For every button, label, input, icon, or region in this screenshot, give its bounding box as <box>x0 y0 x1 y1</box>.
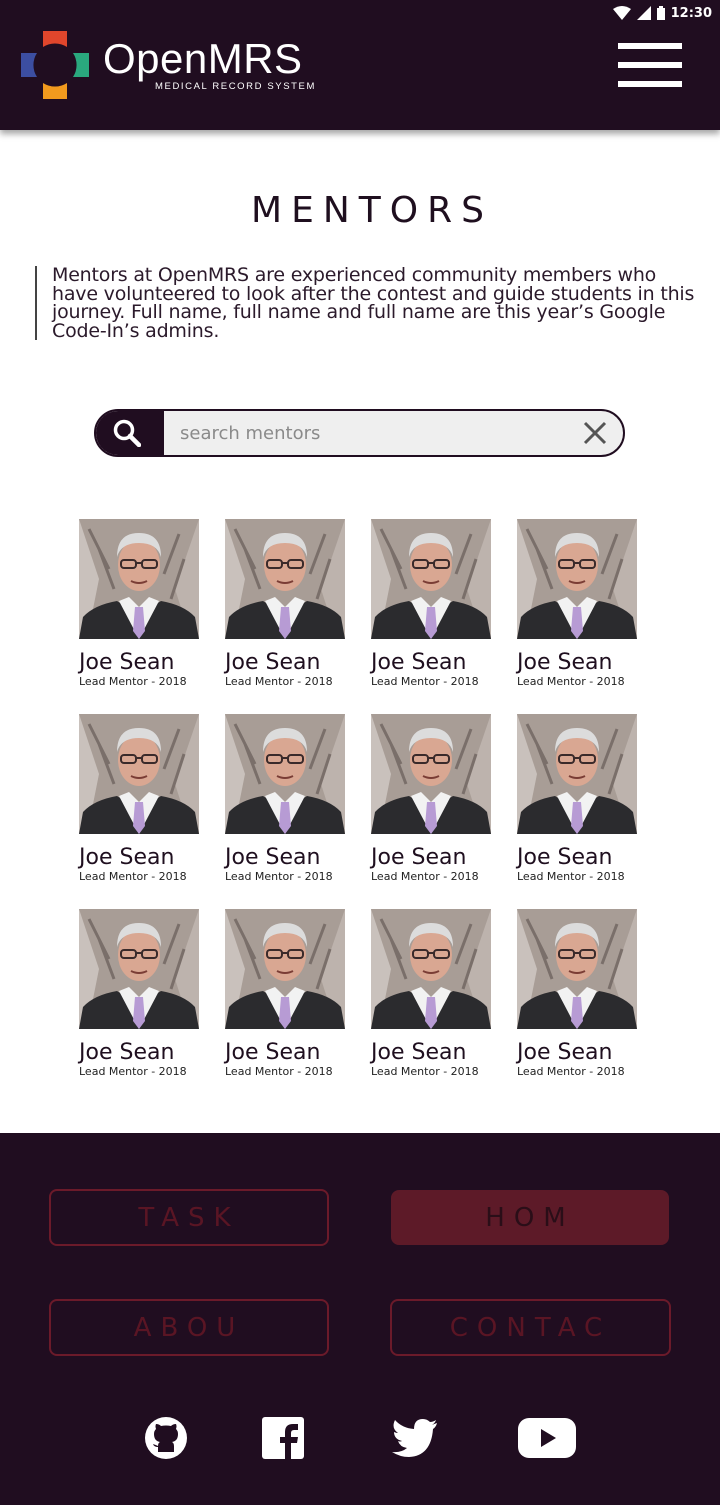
clear-search-button[interactable] <box>567 411 623 455</box>
mentor-card[interactable]: Joe Sean Lead Mentor - 2018 <box>371 909 501 1078</box>
intro-text: Mentors at OpenMRS are experienced commu… <box>52 264 695 342</box>
mentor-name: Joe Sean <box>225 650 321 675</box>
intro-blockquote: Mentors at OpenMRS are experienced commu… <box>35 266 695 340</box>
mentor-photo <box>517 519 637 639</box>
mentor-photo <box>517 714 637 834</box>
mentor-role: Lead Mentor - 2018 <box>79 1065 187 1078</box>
hamburger-icon-line <box>618 62 682 68</box>
mentor-name: Joe Sean <box>371 845 467 870</box>
page-title: MENTORS <box>251 190 493 231</box>
status-bar: 12:30 <box>612 3 712 23</box>
hamburger-icon-line <box>618 81 682 87</box>
mentor-role: Lead Mentor - 2018 <box>79 675 187 688</box>
mentor-card[interactable]: Joe Sean Lead Mentor - 2018 <box>225 519 355 688</box>
app-subtitle: MEDICAL RECORD SYSTEM <box>155 80 316 92</box>
app-name: OpenMRS <box>103 34 303 82</box>
mentor-role: Lead Mentor - 2018 <box>371 870 479 883</box>
search-bar <box>94 409 625 457</box>
mentor-photo <box>371 714 491 834</box>
mentor-photo <box>517 909 637 1029</box>
mentor-card[interactable]: Joe Sean Lead Mentor - 2018 <box>79 519 209 688</box>
mentor-name: Joe Sean <box>225 1040 321 1065</box>
github-link[interactable] <box>143 1416 189 1460</box>
mentor-name: Joe Sean <box>517 650 613 675</box>
battery-icon <box>656 6 665 20</box>
github-icon <box>145 1417 187 1459</box>
hamburger-menu-button[interactable] <box>618 43 682 87</box>
mentor-card[interactable]: Joe Sean Lead Mentor - 2018 <box>517 519 647 688</box>
mentor-role: Lead Mentor - 2018 <box>517 1065 625 1078</box>
hamburger-icon <box>618 43 682 49</box>
nav-contact-button[interactable]: CONTAC <box>390 1299 671 1356</box>
youtube-link[interactable] <box>518 1416 576 1460</box>
mentor-role: Lead Mentor - 2018 <box>517 675 625 688</box>
mentor-photo <box>225 714 345 834</box>
youtube-icon <box>518 1418 576 1458</box>
mentor-role: Lead Mentor - 2018 <box>225 870 333 883</box>
nav-home-button[interactable]: HOM <box>391 1190 669 1245</box>
mentor-name: Joe Sean <box>371 1040 467 1065</box>
mentor-card[interactable]: Joe Sean Lead Mentor - 2018 <box>371 519 501 688</box>
twitter-icon <box>392 1419 437 1457</box>
mentor-photo <box>225 519 345 639</box>
search-icon <box>113 419 141 447</box>
close-icon <box>583 421 607 445</box>
mentor-card[interactable]: Joe Sean Lead Mentor - 2018 <box>225 909 355 1078</box>
app-header: 12:30 OpenMRS MEDICAL RECORD SYSTEM <box>0 0 720 130</box>
openmrs-logo[interactable]: OpenMRS MEDICAL RECORD SYSTEM <box>19 29 316 101</box>
mentor-role: Lead Mentor - 2018 <box>517 870 625 883</box>
mentor-photo <box>79 909 199 1029</box>
mentor-role: Lead Mentor - 2018 <box>371 675 479 688</box>
mentor-name: Joe Sean <box>225 845 321 870</box>
mentor-name: Joe Sean <box>79 650 175 675</box>
mentor-name: Joe Sean <box>517 1040 613 1065</box>
facebook-icon <box>262 1417 304 1459</box>
wifi-icon <box>612 6 631 20</box>
mentor-card[interactable]: Joe Sean Lead Mentor - 2018 <box>79 909 209 1078</box>
mentor-photo <box>225 909 345 1029</box>
facebook-link[interactable] <box>260 1416 306 1460</box>
mentor-card[interactable]: Joe Sean Lead Mentor - 2018 <box>371 714 501 883</box>
mentor-name: Joe Sean <box>79 845 175 870</box>
nav-task-button[interactable]: TASK <box>49 1189 329 1246</box>
mentor-photo <box>371 909 491 1029</box>
mentor-role: Lead Mentor - 2018 <box>225 675 333 688</box>
mentor-role: Lead Mentor - 2018 <box>371 1065 479 1078</box>
search-input[interactable] <box>164 411 567 455</box>
mentor-card[interactable]: Joe Sean Lead Mentor - 2018 <box>79 714 209 883</box>
search-button[interactable] <box>96 411 164 455</box>
mentor-role: Lead Mentor - 2018 <box>79 870 187 883</box>
signal-icon <box>636 6 651 20</box>
nav-about-button[interactable]: ABOU <box>49 1299 329 1356</box>
twitter-link[interactable] <box>391 1416 437 1460</box>
mentor-card[interactable]: Joe Sean Lead Mentor - 2018 <box>517 909 647 1078</box>
openmrs-logo-mark <box>21 31 89 99</box>
mentor-name: Joe Sean <box>371 650 467 675</box>
mentor-card[interactable]: Joe Sean Lead Mentor - 2018 <box>517 714 647 883</box>
mentor-photo <box>79 519 199 639</box>
status-time: 12:30 <box>670 5 712 21</box>
mentor-role: Lead Mentor - 2018 <box>225 1065 333 1078</box>
mentor-name: Joe Sean <box>517 845 613 870</box>
mentor-photo <box>371 519 491 639</box>
mentor-card[interactable]: Joe Sean Lead Mentor - 2018 <box>225 714 355 883</box>
mentor-photo <box>79 714 199 834</box>
mentor-name: Joe Sean <box>79 1040 175 1065</box>
